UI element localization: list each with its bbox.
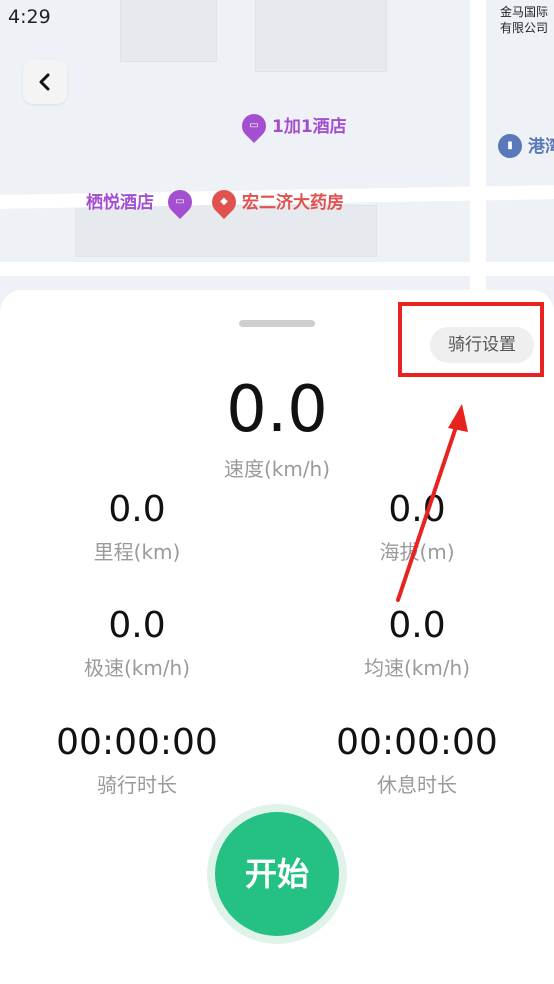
ride-panel: 骑行设置 0.0 速度(km/h) 0.0 里程(km) 0.0 海拔(m) 0…	[0, 290, 554, 984]
map-road	[470, 0, 486, 330]
max-speed-label: 极速(km/h)	[83, 656, 191, 680]
start-button-ring: 开始	[207, 804, 347, 944]
poi-label-4[interactable]: 宏二济大药房	[242, 193, 344, 213]
rest-duration-value: 00:00:00	[336, 722, 498, 763]
chevron-left-icon	[39, 73, 50, 91]
altitude-value: 0.0	[388, 489, 446, 530]
back-button[interactable]	[23, 60, 67, 104]
start-button[interactable]: 开始	[215, 812, 339, 936]
map-building	[255, 0, 387, 72]
altitude-label: 海拔(m)	[379, 540, 455, 564]
ride-duration-value: 00:00:00	[56, 722, 218, 763]
rest-duration-label: 休息时长	[377, 773, 457, 797]
map-view[interactable]: 4:29 金马国际 有限公司 ▭ 1加1酒店 ▮ 港湾 栖悦酒店 ▭ ◆ 宏二济…	[0, 0, 554, 330]
speed-label: 速度(km/h)	[223, 457, 331, 481]
avg-speed-value: 0.0	[388, 605, 446, 646]
poi-label-3[interactable]: 栖悦酒店	[86, 193, 154, 213]
drag-handle[interactable]	[239, 320, 315, 327]
annotation-highlight-box	[398, 302, 544, 377]
mileage-label: 里程(km)	[93, 540, 181, 564]
status-time: 4:29	[8, 6, 51, 28]
building-icon[interactable]: ▮	[493, 129, 527, 163]
speed-value: 0.0	[226, 373, 328, 447]
status-right-text: 金马国际 有限公司	[500, 4, 548, 36]
avg-speed-label: 均速(km/h)	[363, 656, 471, 680]
mileage-value: 0.0	[108, 489, 166, 530]
status-right-line-2: 有限公司	[499, 21, 548, 35]
poi-label-1[interactable]: 1加1酒店	[272, 117, 347, 137]
ride-duration-label: 骑行时长	[97, 773, 177, 797]
hotel-icon[interactable]: ▭	[237, 109, 271, 143]
max-speed-value: 0.0	[108, 605, 166, 646]
status-right-line-1: 金马国际	[499, 5, 548, 19]
map-building	[120, 0, 217, 62]
poi-label-2[interactable]: 港湾	[528, 137, 554, 157]
